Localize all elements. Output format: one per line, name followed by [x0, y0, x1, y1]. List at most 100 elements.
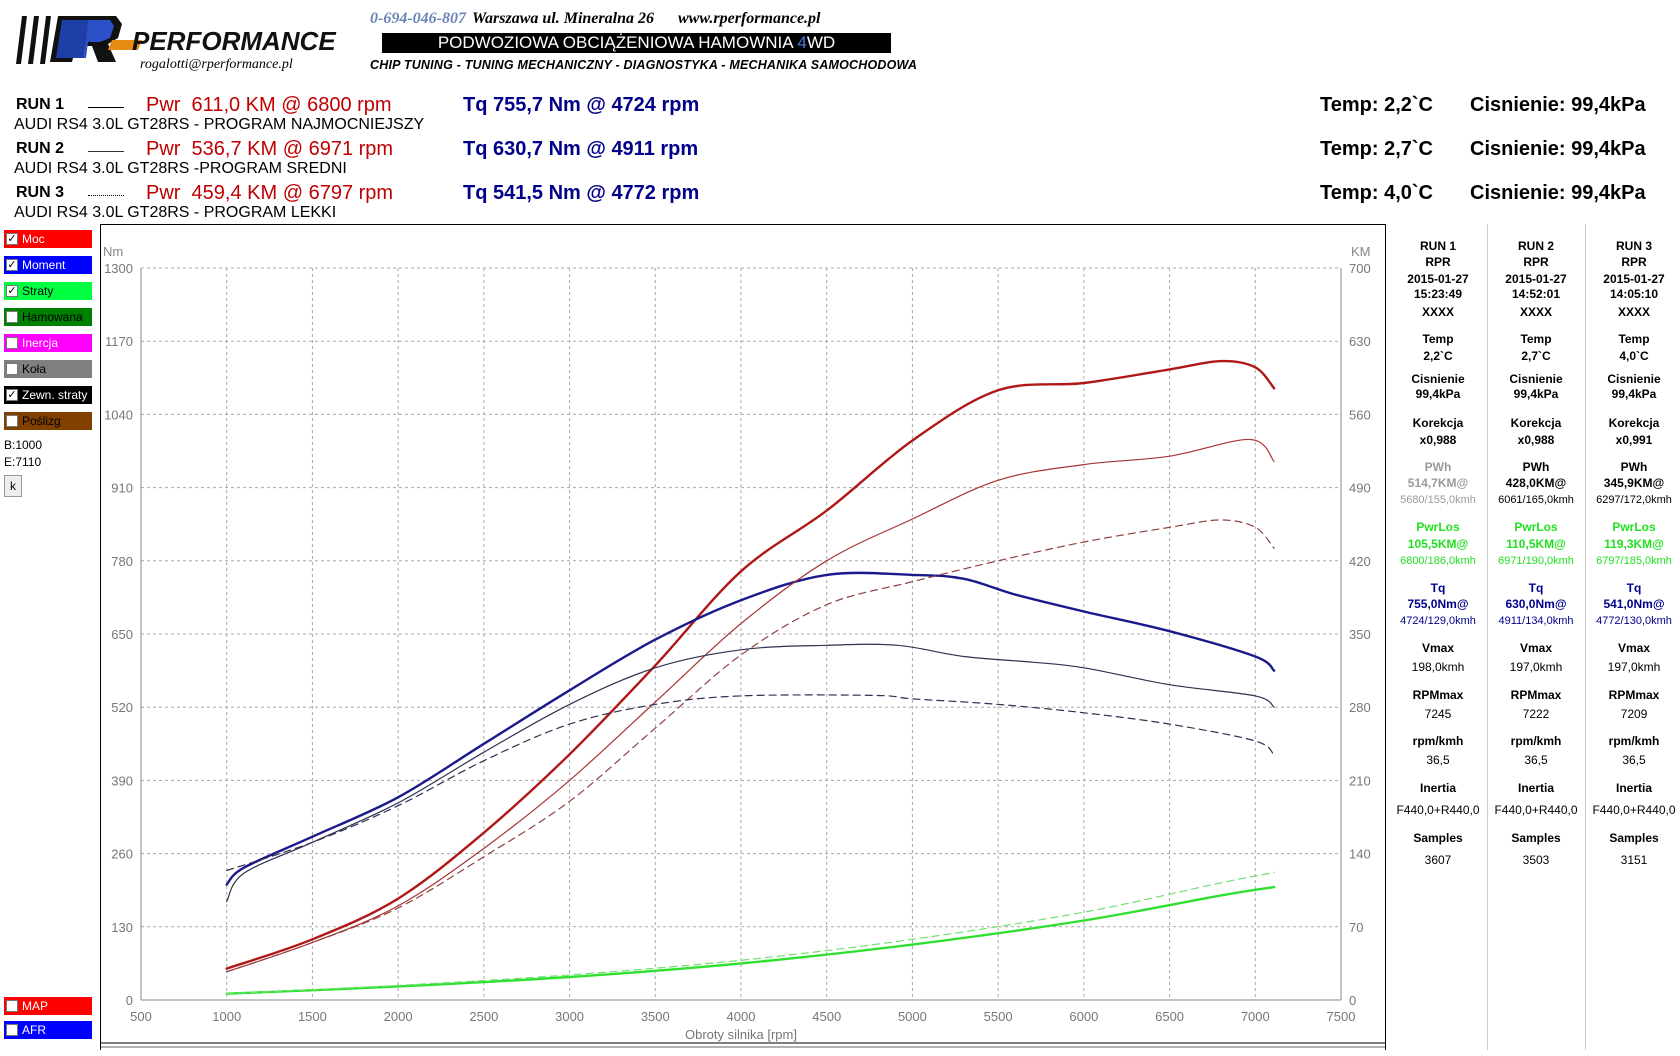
cell-time: 14:05:10: [1609, 287, 1659, 301]
cell-vmax: 197,0kmh: [1509, 660, 1563, 674]
cell-samples: 3151: [1620, 853, 1648, 867]
x-tick-label: 6000: [1069, 1009, 1098, 1024]
column-separator: [1585, 224, 1586, 1050]
checkbox[interactable]: [6, 337, 18, 349]
cell-label: RPMmax: [1608, 688, 1660, 702]
toggle-map[interactable]: MAP: [4, 997, 92, 1015]
rperformance-logo: PERFORMANCE rogalotti@rperformance.pl: [12, 14, 342, 74]
y-left-tick-label: 520: [111, 700, 133, 715]
dyno-chart-frame: 500 1000 1500 2000 2500 3000 3500 4000 4500 5000 5…: [100, 224, 1386, 1050]
cell-samples: 3503: [1522, 853, 1550, 867]
cell-pwh_val: 345,9KM@: [1603, 476, 1665, 490]
toggle-zewn-straty[interactable]: ✓ Zewn. straty: [4, 386, 92, 404]
cell-pwrlos_val: 110,5KM@: [1506, 537, 1566, 551]
toggle-label: Poślizg: [22, 414, 61, 428]
x-tick-label: 4500: [812, 1009, 841, 1024]
dyno-chart[interactable]: 500 1000 1500 2000 2500 3000 3500 4000 4500 5000 5…: [101, 225, 1385, 1051]
k-button[interactable]: k: [4, 475, 22, 497]
column-separator: [1487, 224, 1488, 1050]
y-right-tick-label: 700: [1349, 261, 1371, 276]
toggle-straty[interactable]: ✓ Straty: [4, 282, 92, 300]
y-right-tick-label: 420: [1349, 554, 1371, 569]
cell-label: PwrLos: [1416, 520, 1460, 534]
cell-pwh_at: 5680/155,0kmh: [1400, 494, 1476, 506]
cell-label: Tq: [1430, 581, 1446, 595]
cell-rpmkmh: 36,5: [1524, 753, 1548, 767]
run-car: AUDI RS4 3.0L GT28RS -PROGRAM SREDNI: [14, 160, 347, 177]
cell-inertia: F440,0+R440,0: [1396, 803, 1480, 817]
checkbox[interactable]: [6, 1000, 18, 1012]
run-name: RUN 3: [16, 184, 65, 201]
cell-label: Inertia: [1517, 781, 1554, 795]
run-column-3: RUN 3 RPR 2015-01-27 14:05:10 XXXX Temp 4,0`C C…: [1586, 224, 1680, 1050]
checkbox[interactable]: ✓: [6, 233, 18, 245]
toggle-label: Moment: [22, 258, 66, 272]
checkbox[interactable]: ✓: [6, 389, 18, 401]
cell-pwrlos_val: 119,3KM@: [1604, 537, 1664, 551]
toggle-label: Hamowana: [22, 310, 83, 324]
y-left-tick-label: 1170: [105, 334, 133, 349]
series-run-3-straty: [226, 871, 1275, 995]
run-1-summary: RUN 1 Pwr 611,0 KM @ 6800 rpm Tq 755,7 N…: [14, 94, 1674, 140]
checkbox[interactable]: [6, 311, 18, 323]
cell-label: Temp: [1520, 332, 1552, 346]
toggle-afr[interactable]: AFR: [4, 1021, 92, 1039]
cell-code: RPR: [1425, 255, 1451, 269]
extra-toggle-panel: MAP AFR: [4, 997, 92, 1047]
checkbox[interactable]: [6, 363, 18, 375]
y-right-tick-label: 0: [1349, 993, 1356, 1008]
cell-pwh_val: 428,0KM@: [1505, 476, 1567, 490]
run-name: RUN 2: [16, 140, 65, 157]
cell-label: Vmax: [1617, 641, 1651, 655]
banner-4: 4: [797, 33, 807, 52]
cell-tq_val: 541,0Nm@: [1603, 597, 1665, 611]
cell-tq_at: 4772/130,0kmh: [1596, 615, 1672, 627]
run-pressure: Cisnienie: 99,4kPa: [1470, 94, 1646, 116]
run-power: Pwr 611,0 KM @ 6800 rpm: [146, 94, 392, 116]
series-run-3-moc: [226, 519, 1275, 973]
cell-pwh_at: 6297/172,0kmh: [1596, 494, 1672, 506]
y-left-tick-label: 910: [111, 481, 133, 496]
y-left-tick-label: 0: [126, 993, 133, 1008]
toggle-poslizg[interactable]: Poślizg: [4, 412, 92, 430]
cell-pressure: 99,4kPa: [1611, 387, 1657, 401]
y-left-unit: Nm: [103, 244, 123, 259]
cell-pwrlos_at: 6797/185,0kmh: [1596, 555, 1672, 567]
checkbox[interactable]: [6, 1024, 18, 1036]
x-tick-label: 5500: [984, 1009, 1013, 1024]
cell-date: 2015-01-27: [1505, 272, 1567, 286]
cell-run: RUN 1: [1419, 239, 1456, 253]
series-run-1-moc: [225, 359, 1276, 970]
toggle-moc[interactable]: ✓ Moc: [4, 230, 92, 248]
brand-text: PERFORMANCE: [132, 26, 336, 56]
checkbox[interactable]: [6, 415, 18, 427]
cell-code: RPR: [1621, 255, 1647, 269]
x-tick-label: 3000: [555, 1009, 584, 1024]
y-right-tick-label: 350: [1349, 627, 1371, 642]
cell-label: PwrLos: [1514, 520, 1558, 534]
cell-pwh_at: 6061/165,0kmh: [1498, 494, 1574, 506]
toggle-inercja[interactable]: Inercja: [4, 334, 92, 352]
toggle-kola[interactable]: Koła: [4, 360, 92, 378]
cell-inertia: F440,0+R440,0: [1494, 803, 1578, 817]
toggle-label: Koła: [22, 362, 47, 376]
x-tick-label: 1500: [298, 1009, 327, 1024]
cell-code: RPR: [1523, 255, 1549, 269]
checkbox[interactable]: ✓: [6, 285, 18, 297]
toggle-moment[interactable]: ✓ Moment: [4, 256, 92, 274]
cell-date: 2015-01-27: [1603, 272, 1665, 286]
run-details-table: RUN 1 RPR 2015-01-27 15:23:49 XXXX Temp 2,2`C C…: [1390, 224, 1680, 1050]
y-left-tick-label: 650: [111, 627, 133, 642]
contact-line: 0-694-046-807 Warszawa ul. Mineralna 26 …: [370, 10, 821, 28]
cell-tq_at: 4724/129,0kmh: [1400, 615, 1476, 627]
toggle-hamowana[interactable]: Hamowana: [4, 308, 92, 326]
x-tick-label: 4000: [727, 1009, 756, 1024]
checkbox[interactable]: ✓: [6, 259, 18, 271]
cell-label: Vmax: [1421, 641, 1455, 655]
cell-label: Cisnienie: [1411, 372, 1465, 386]
y-right-tick-label: 140: [1349, 847, 1371, 862]
range-info: B:1000 E:7110: [4, 437, 42, 471]
run-line-sample: [88, 151, 124, 152]
dyno-banner: PODWOZIOWA OBCIĄŻENIOWA HAMOWNIA 4WD: [382, 33, 891, 53]
cell-label: Samples: [1413, 831, 1463, 845]
